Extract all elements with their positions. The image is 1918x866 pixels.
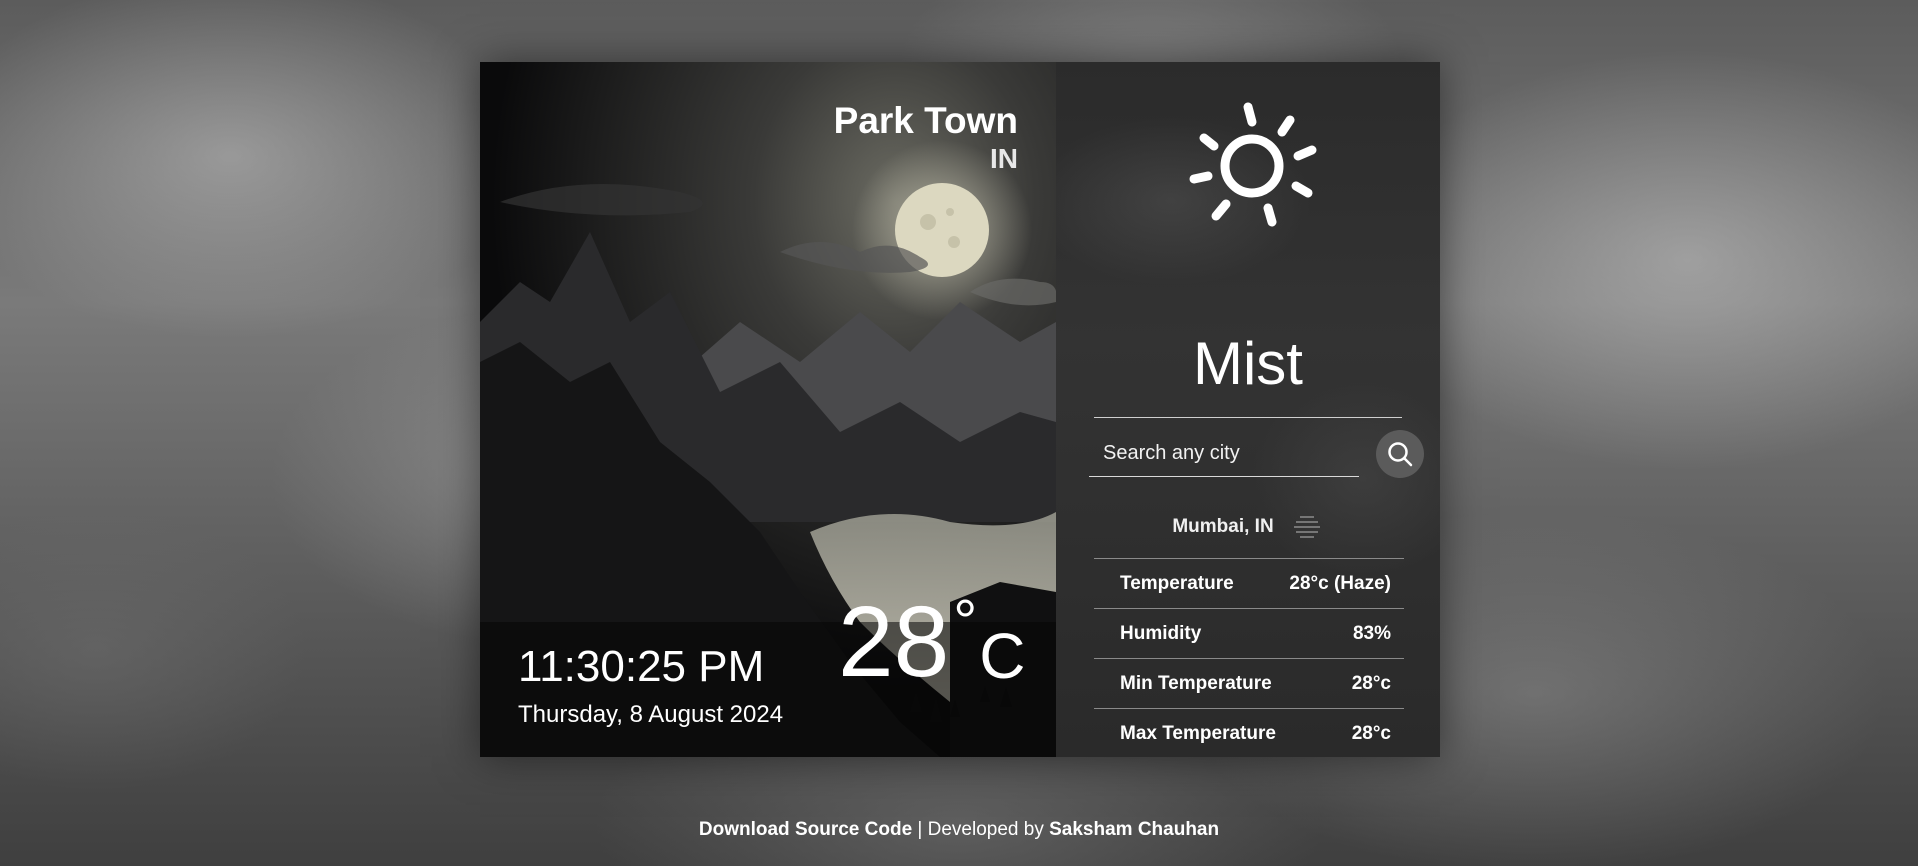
haze-icon [1293, 516, 1320, 538]
current-weather-panel: Park Town IN 11:30:25 PM Thursday, 8 Aug… [480, 62, 1056, 757]
weather-details-list: Temperature 28°c (Haze) Humidity 83% Min… [1094, 558, 1404, 758]
footer-separator: | Developed by [912, 819, 1050, 840]
city-search-input[interactable] [1089, 431, 1359, 477]
download-source-link[interactable]: Download Source Code [699, 819, 912, 840]
detail-label: Humidity [1120, 622, 1202, 644]
search-result-header: Mumbai, IN [1056, 514, 1440, 540]
detail-value: 28°c [1351, 722, 1391, 744]
current-time: 11:30:25 PM [518, 642, 765, 691]
forecast-panel: Mist Mumbai, IN [1056, 62, 1440, 757]
temperature-value: 28 [838, 586, 950, 698]
detail-label: Min Temperature [1120, 672, 1272, 694]
city-name: Park Town [833, 100, 1018, 141]
footer: Download Source Code | Developed by Saks… [0, 818, 1918, 842]
detail-row-min-temperature: Min Temperature 28°c [1094, 658, 1404, 708]
detail-row-humidity: Humidity 83% [1094, 608, 1404, 658]
detail-row-max-temperature: Max Temperature 28°c [1094, 708, 1404, 758]
result-location: Mumbai, IN [1172, 516, 1274, 537]
detail-value: 28°c [1351, 672, 1391, 694]
detail-value: 83% [1352, 622, 1391, 644]
current-location: Park Town IN [834, 100, 1018, 176]
search-area [1089, 365, 1359, 477]
degree-symbol: ° [953, 588, 978, 655]
country-code: IN [990, 143, 1018, 174]
date-time: 11:30:25 PM Thursday, 8 August 2024 [518, 640, 783, 730]
current-temperature: 28 ° C [838, 586, 1026, 698]
detail-label: Temperature [1120, 572, 1234, 594]
detail-label: Max Temperature [1120, 722, 1276, 744]
current-date: Thursday, 8 August 2024 [518, 701, 784, 728]
search-button[interactable] [1376, 430, 1424, 478]
author-link[interactable]: Saksham Chauhan [1049, 819, 1219, 840]
detail-row-temperature: Temperature 28°c (Haze) [1094, 558, 1404, 608]
weather-app: Park Town IN 11:30:25 PM Thursday, 8 Aug… [480, 62, 1440, 757]
temperature-unit: C [979, 620, 1026, 692]
search-icon [1388, 442, 1413, 467]
detail-value: 28°c (Haze) [1289, 572, 1391, 594]
sun-icon [1189, 102, 1317, 227]
